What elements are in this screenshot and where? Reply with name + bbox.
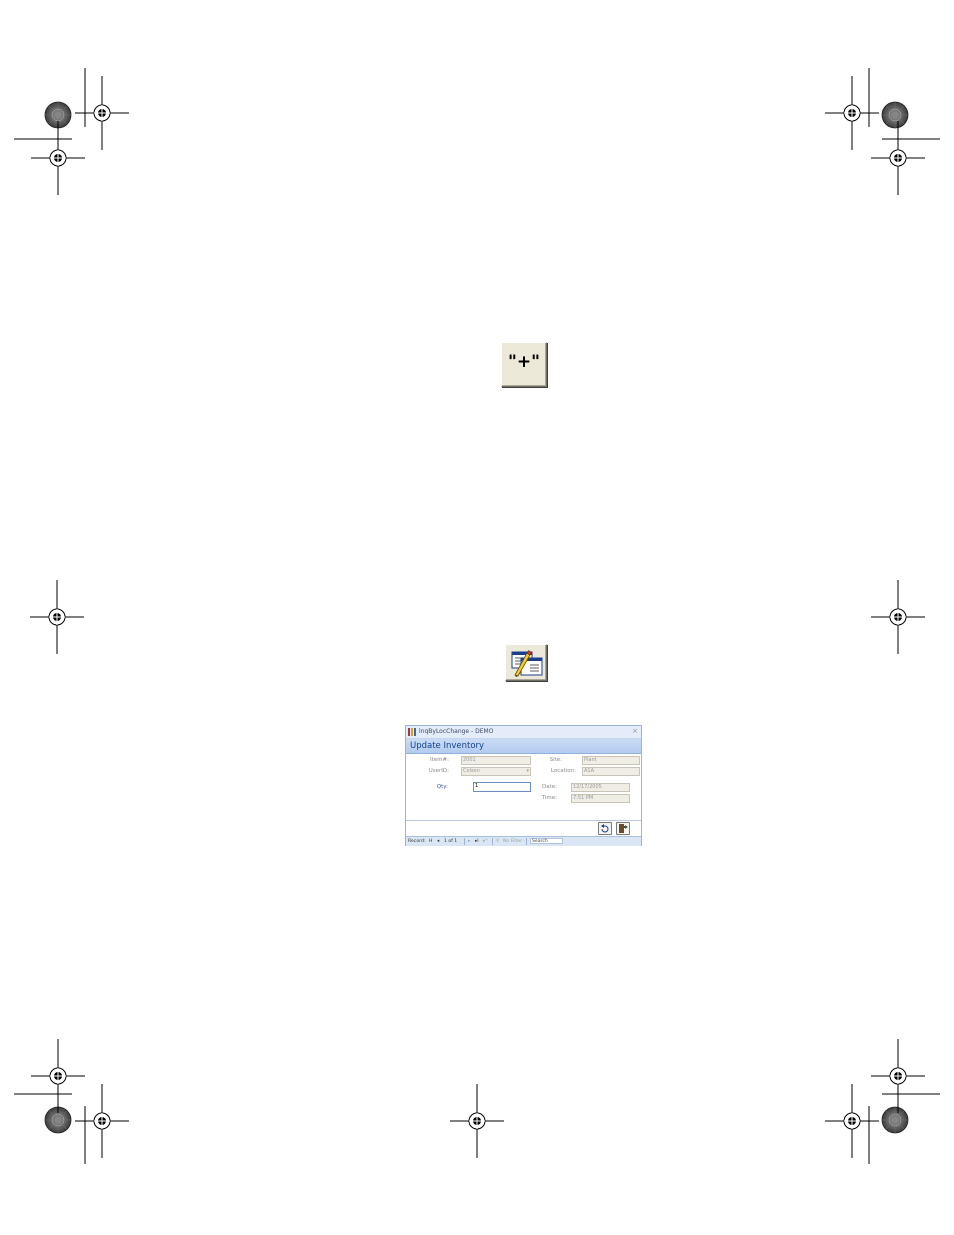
access-app-icon	[408, 728, 416, 736]
nav-separator	[492, 838, 493, 845]
new-record-button[interactable]: ▸*	[483, 837, 488, 846]
quote-plus-icon: "+"	[508, 352, 540, 372]
search-input[interactable]: Search	[530, 838, 563, 844]
record-navigation-bar: Record: H ◂ 1 of 1 ▸ ▸I ▸* ⚲ No Filter S…	[406, 836, 641, 846]
userid-label: UserID:	[428, 768, 449, 774]
date-field[interactable]: 12/17/2005	[571, 783, 630, 792]
date-label: Date:	[542, 784, 557, 790]
userid-value: Colson	[463, 768, 480, 774]
undo-icon	[601, 824, 609, 833]
nav-separator	[464, 838, 465, 845]
close-icon[interactable]: ×	[632, 726, 638, 737]
window-title: lnqByLocChange - DEMO	[419, 728, 494, 735]
time-field[interactable]: 7:51 PM	[571, 794, 630, 803]
window-titlebar: lnqByLocChange - DEMO ×	[406, 726, 641, 739]
last-record-button[interactable]: ▸I	[475, 837, 479, 846]
undo-button[interactable]	[598, 822, 612, 835]
paste-append-button[interactable]: "+"	[501, 342, 547, 387]
exit-button[interactable]	[616, 822, 630, 835]
form-title: Update Inventory	[410, 741, 485, 751]
record-position[interactable]: 1 of 1	[444, 837, 457, 846]
record-label: Record:	[408, 839, 426, 844]
item-field[interactable]: 2001	[461, 756, 531, 765]
form-edit-button[interactable]	[505, 644, 547, 681]
no-filter-button[interactable]: No Filter	[503, 837, 522, 846]
crop-marks	[14, 68, 940, 1164]
nav-separator	[526, 838, 527, 845]
location-field[interactable]: A1A	[582, 767, 640, 776]
filter-icon: ⚲	[496, 839, 500, 844]
site-label: Site:	[549, 757, 562, 763]
site-field[interactable]: Plant	[582, 756, 640, 765]
item-label: Item#:	[430, 757, 449, 763]
next-record-button[interactable]: ▸	[468, 837, 470, 846]
exit-door-icon	[619, 824, 628, 833]
form-header: Update Inventory	[406, 739, 641, 754]
time-label: Time:	[541, 795, 557, 801]
form-edit-pencil-icon	[511, 650, 543, 677]
previous-record-button[interactable]: ◂	[437, 837, 439, 846]
qty-label: Qty:	[436, 784, 448, 790]
update-inventory-window: lnqByLocChange - DEMO × Update Inventory…	[405, 725, 642, 846]
first-record-button[interactable]: H	[429, 837, 432, 846]
chevron-down-icon[interactable]: ▾	[526, 768, 529, 775]
userid-select[interactable]: Colson ▾	[461, 767, 531, 776]
form-footer-divider	[406, 820, 641, 821]
qty-field[interactable]: 1	[473, 782, 531, 792]
location-label: Location:	[550, 768, 576, 774]
